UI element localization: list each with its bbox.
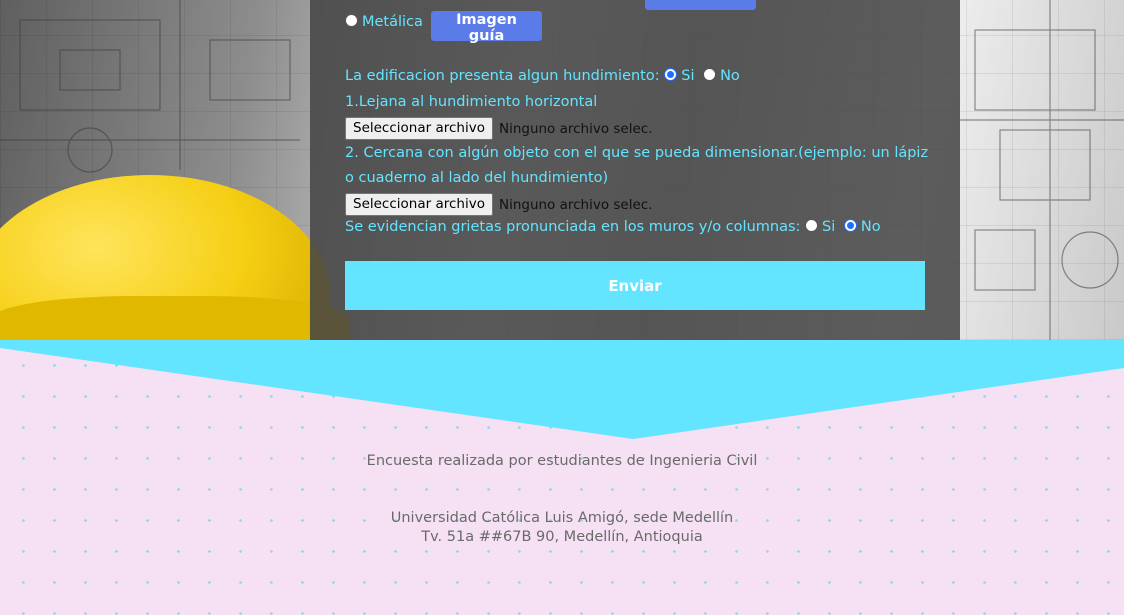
footer-university: Universidad Católica Luis Amigó, sede Me…: [390, 510, 734, 526]
photo2-file-status: Ninguno archivo selec.: [498, 196, 653, 213]
sinking-yes-radio[interactable]: [664, 68, 678, 81]
material-metalica-option[interactable]: Metálica: [345, 14, 423, 30]
previous-guide-button[interactable]: [645, 0, 756, 10]
footer-credits: Encuesta realizada por estudiantes de In…: [366, 453, 758, 469]
sinking-no-label: No: [720, 68, 740, 84]
sinking-no-radio[interactable]: [703, 68, 717, 81]
cracks-question-row: Se evidencian grietas pronunciada en los…: [345, 219, 881, 235]
cracks-no-radio[interactable]: [843, 219, 857, 232]
photo2-file-button[interactable]: Seleccionar archivo: [345, 193, 493, 216]
photo1-file-status: Ninguno archivo selec.: [498, 120, 653, 137]
submit-button[interactable]: Enviar: [345, 261, 925, 310]
footer-address: Tv. 51a ##67B 90, Medellín, Antioquia: [421, 529, 703, 545]
photo2-label-line2: o cuaderno al lado del hundimiento): [345, 170, 609, 186]
sinking-question-label: La edificacion presenta algun hundimient…: [345, 68, 660, 84]
metalica-radio[interactable]: [345, 14, 358, 27]
photo2-label-line1: 2. Cercana con algún objeto con el que s…: [345, 145, 929, 161]
sinking-yes-label: Si: [681, 68, 695, 84]
sinking-question-row: La edificacion presenta algun hundimient…: [345, 68, 740, 84]
photo2-file-input[interactable]: Seleccionar archivo Ninguno archivo selec…: [345, 193, 653, 216]
photo1-label: 1.Lejana al hundimiento horizontal: [345, 94, 598, 110]
photo1-file-input[interactable]: Seleccionar archivo Ninguno archivo selec…: [345, 117, 653, 140]
cracks-yes-radio[interactable]: [805, 219, 819, 232]
helmet-brim-image: [0, 296, 350, 340]
cracks-yes-label: Si: [822, 219, 836, 235]
metalica-label: Metálica: [362, 14, 423, 30]
cracks-no-label: No: [860, 219, 881, 235]
photo1-file-button[interactable]: Seleccionar archivo: [345, 117, 493, 140]
footer-cyan-chevron: [0, 340, 1124, 439]
cracks-question-label: Se evidencian grietas pronunciada en los…: [345, 219, 801, 235]
guide-image-button[interactable]: Imagen guía: [431, 11, 542, 44]
